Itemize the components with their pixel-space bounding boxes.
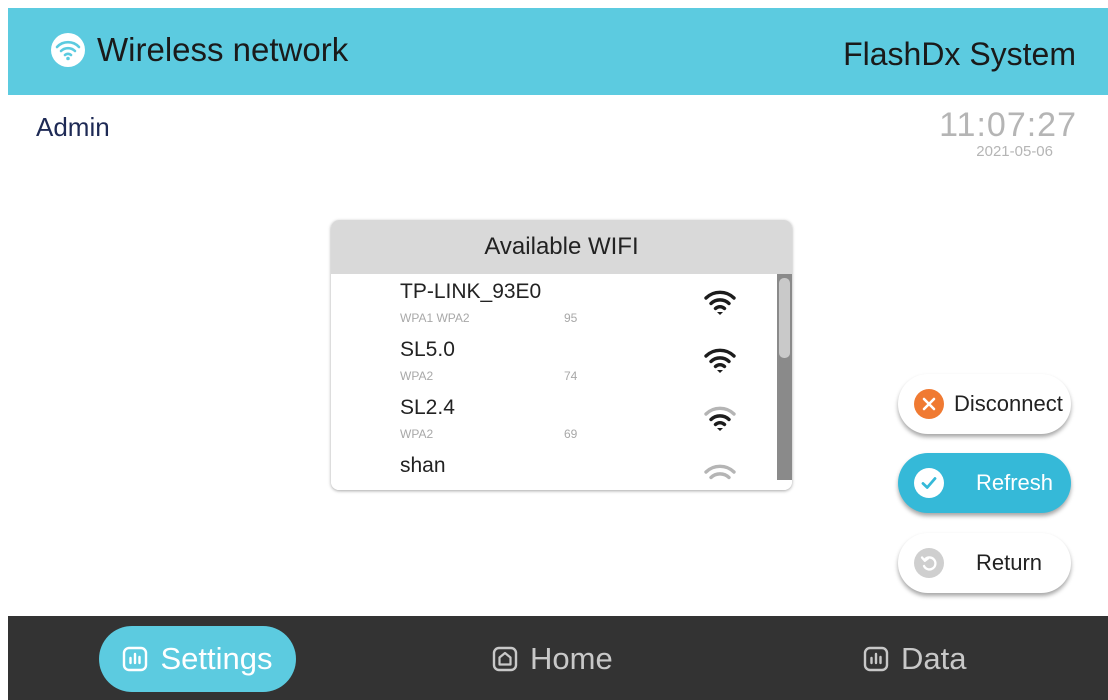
clock: 11:07:27 2021-05-06	[939, 106, 1077, 160]
disconnect-button[interactable]: Disconnect	[898, 374, 1071, 434]
nav-settings-label: Settings	[160, 641, 273, 676]
wifi-signal-strong-icon	[703, 346, 737, 379]
clock-time: 11:07:27	[939, 106, 1077, 144]
close-icon	[914, 389, 944, 419]
chart-icon	[863, 646, 889, 672]
home-icon	[492, 646, 518, 672]
chart-icon	[122, 646, 148, 672]
refresh-button[interactable]: Refresh	[898, 453, 1071, 513]
wifi-panel-title: Available WIFI	[331, 220, 792, 274]
wifi-network-item[interactable]: TP-LINK_93E0 WPA1 WPA2 95	[331, 274, 777, 332]
wifi-list-scrollbar[interactable]	[777, 274, 792, 480]
nav-data[interactable]: Data	[863, 626, 966, 692]
title-group: Wireless network	[51, 31, 348, 69]
wifi-ssid: SL5.0	[400, 338, 455, 361]
wifi-ssid: shan	[400, 454, 446, 477]
check-icon	[914, 468, 944, 498]
scrollbar-thumb[interactable]	[779, 278, 790, 358]
disconnect-label: Disconnect	[954, 391, 1063, 416]
refresh-label: Refresh	[976, 470, 1054, 495]
wifi-signal-weak-icon	[703, 462, 737, 481]
return-icon	[914, 548, 944, 578]
user-name: Admin	[36, 112, 110, 142]
page-title: Wireless network	[97, 31, 349, 68]
wifi-signal-value: 74	[564, 369, 578, 383]
wifi-signal-medium-icon	[703, 404, 737, 437]
wifi-network-item[interactable]: shan	[331, 448, 777, 481]
return-label: Return	[976, 550, 1043, 575]
wifi-network-item[interactable]: SL2.4 WPA2 69	[331, 390, 777, 448]
return-button[interactable]: Return	[898, 533, 1071, 593]
wifi-list[interactable]: TP-LINK_93E0 WPA1 WPA2 95 SL5.0 WPA2 74	[331, 274, 777, 481]
wifi-security: WPA1 WPA2	[400, 311, 470, 325]
nav-home-label: Home	[530, 641, 613, 676]
panel-footer	[331, 481, 792, 490]
wifi-signal-value: 69	[564, 427, 578, 441]
wifi-signal-strong-icon	[703, 288, 737, 321]
wifi-security: WPA2	[400, 369, 434, 383]
wifi-network-item[interactable]: SL5.0 WPA2 74	[331, 332, 777, 390]
nav-data-label: Data	[901, 641, 967, 676]
wifi-ssid: SL2.4	[400, 396, 455, 419]
clock-date: 2021-05-06	[976, 143, 1053, 160]
nav-settings[interactable]: Settings	[99, 626, 296, 692]
wifi-signal-value: 95	[564, 311, 578, 325]
title-bar: Wireless network FlashDx System	[8, 8, 1108, 95]
bottom-nav: Settings Home Data	[8, 616, 1108, 700]
wifi-ssid: TP-LINK_93E0	[400, 280, 542, 303]
wifi-list-panel: Available WIFI TP-LINK_93E0 WPA1 WPA2 95…	[331, 220, 792, 490]
wifi-icon	[51, 33, 85, 67]
wifi-security: WPA2	[400, 427, 434, 441]
nav-home[interactable]: Home	[492, 626, 613, 692]
system-name: FlashDx System	[843, 36, 1076, 72]
